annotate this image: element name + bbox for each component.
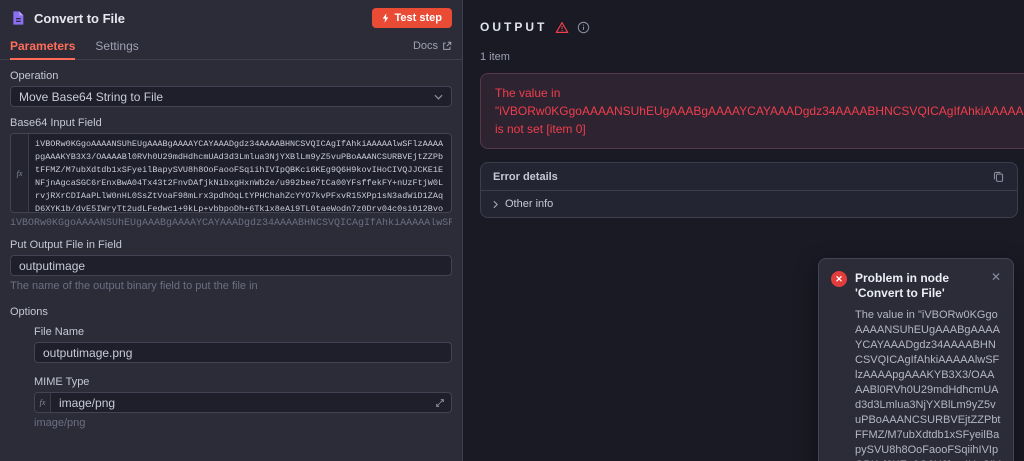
output-title: OUTPUT bbox=[480, 20, 548, 34]
mime-type-label: MIME Type bbox=[34, 376, 90, 388]
warning-icon bbox=[555, 21, 569, 34]
docs-label: Docs bbox=[412, 40, 438, 52]
chevron-right-icon bbox=[493, 200, 498, 209]
toast-message: The value in "iVBORw0KGgoAAAANSUhEUgAAAB… bbox=[855, 309, 1001, 461]
mime-expression-toggle-button[interactable]: fx bbox=[35, 393, 51, 412]
node-settings-panel: Convert to File Test step Parameters Set… bbox=[0, 0, 463, 461]
output-field-hint: The name of the output binary field to p… bbox=[10, 280, 258, 292]
mime-type-field: MIME Type fx image/png bbox=[34, 376, 452, 429]
tab-bar: Parameters Settings Docs bbox=[0, 33, 462, 60]
error-circle-icon: ✕ bbox=[831, 271, 847, 287]
chevron-down-icon bbox=[434, 94, 443, 100]
other-info-label: Other info bbox=[505, 198, 554, 210]
base64-label: Base64 Input Field bbox=[10, 117, 102, 129]
file-name-label: File Name bbox=[34, 326, 85, 338]
error-toast: ✕ Problem in node 'Convert to File' ✕ Th… bbox=[818, 258, 1014, 461]
operation-label: Operation bbox=[10, 70, 59, 82]
toast-header: ✕ Problem in node 'Convert to File' ✕ bbox=[831, 271, 1001, 301]
mime-type-row: fx bbox=[34, 392, 452, 413]
mime-type-input[interactable] bbox=[51, 393, 435, 412]
external-link-icon bbox=[442, 41, 452, 51]
operation-field: Operation Move Base64 String to File bbox=[10, 70, 452, 107]
page-title: Convert to File bbox=[34, 10, 126, 26]
base64-field: Base64 Input Field fx iVBORw0KGgoAAAANSU… bbox=[10, 117, 452, 229]
parameters-form: Operation Move Base64 String to File Bas… bbox=[0, 60, 462, 461]
operation-value: Move Base64 String to File bbox=[19, 89, 164, 104]
base64-expression-field: fx iVBORw0KGgoAAAANSUhEUgAAABgAAAAYCAYAA… bbox=[10, 133, 452, 213]
file-name-input[interactable] bbox=[34, 342, 452, 363]
docs-link[interactable]: Docs bbox=[413, 33, 452, 59]
options-section: Options File Name MIME Type fx bbox=[10, 306, 452, 429]
lightning-icon bbox=[382, 13, 390, 23]
output-field-label: Put Output File in Field bbox=[10, 239, 122, 251]
mime-result-preview: image/png bbox=[34, 417, 86, 429]
file-name-field: File Name bbox=[34, 326, 452, 363]
close-icon[interactable]: ✕ bbox=[991, 271, 1001, 301]
base64-textarea[interactable]: iVBORw0KGgoAAAANSUhEUgAAABgAAAAYCAYAAADg… bbox=[29, 134, 451, 212]
options-label: Options bbox=[10, 306, 48, 318]
fx-icon: fx bbox=[39, 398, 46, 407]
test-step-label: Test step bbox=[394, 12, 442, 24]
error-details-label: Error details bbox=[493, 170, 558, 183]
error-line-3: is not set [item 0] bbox=[495, 122, 586, 136]
operation-select[interactable]: Move Base64 String to File bbox=[10, 86, 452, 107]
toast-title: Problem in node 'Convert to File' bbox=[855, 271, 950, 300]
base64-result-preview: iVBORw0KGgoAAAANSUhEUgAAABgAAAAYCAYAAADg… bbox=[10, 218, 452, 229]
info-icon[interactable] bbox=[577, 21, 590, 34]
tab-parameters[interactable]: Parameters bbox=[10, 33, 76, 60]
other-info-row[interactable]: Other info bbox=[481, 190, 1017, 217]
panel-header: Convert to File Test step bbox=[0, 0, 462, 33]
error-details-row[interactable]: Error details bbox=[481, 163, 1017, 190]
output-header: OUTPUT bbox=[480, 20, 1024, 34]
expand-icon[interactable] bbox=[435, 393, 451, 412]
tab-settings[interactable]: Settings bbox=[95, 33, 138, 60]
error-message-box: The value in "iVBORw0KGgoAAAANSUhEUgAAAB… bbox=[480, 73, 1024, 149]
error-details-box: Error details Other info bbox=[480, 162, 1018, 218]
fx-icon: fx bbox=[16, 168, 23, 178]
output-field-group: Put Output File in Field The name of the… bbox=[10, 239, 452, 292]
expression-toggle-button[interactable]: fx bbox=[11, 134, 29, 212]
convert-to-file-node-icon bbox=[10, 10, 26, 26]
items-count: 1 item bbox=[480, 51, 510, 63]
error-line-2: "iVBORw0KGgoAAAANSUhEUgAAABgAAAAYCAYAAAD… bbox=[495, 104, 1024, 118]
copy-icon[interactable] bbox=[992, 170, 1005, 183]
node-details-view: Convert to File Test step Parameters Set… bbox=[0, 0, 1024, 461]
error-line-1: The value in bbox=[495, 86, 561, 100]
output-field-input[interactable] bbox=[10, 255, 452, 276]
test-step-button[interactable]: Test step bbox=[371, 8, 452, 28]
